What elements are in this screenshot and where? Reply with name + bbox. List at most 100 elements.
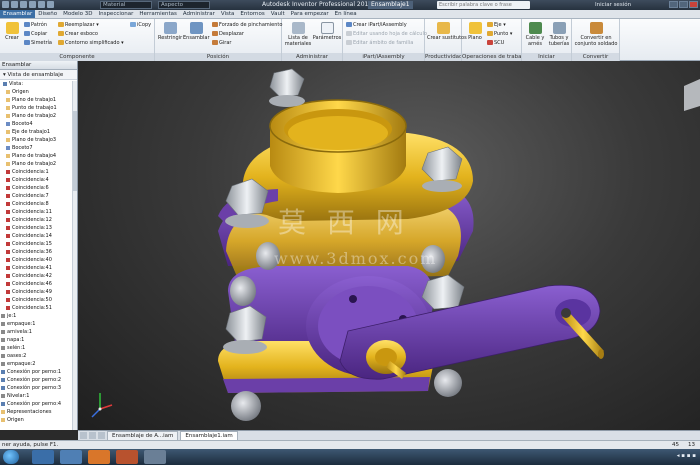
tree-item[interactable]: Coincidencia:36 [0, 248, 77, 256]
tab-ensamblar[interactable]: Ensamblar [0, 10, 36, 18]
contorno-button[interactable]: Contorno simplificado ▾ [58, 40, 124, 46]
taskbar-folder-icon[interactable] [32, 450, 54, 464]
tree-item[interactable]: Coincidencia:6 [0, 184, 77, 192]
tree-item[interactable]: Coincidencia:42 [0, 272, 77, 280]
tree-item[interactable]: oases:2 [0, 352, 77, 360]
patron-button[interactable]: Patrón [24, 22, 47, 28]
tab-para-empezar[interactable]: Para empezar [288, 10, 332, 18]
tab-diseno[interactable]: Diseño [35, 10, 60, 18]
redo-icon[interactable] [38, 1, 45, 8]
restringir-button[interactable]: Restringir [158, 22, 182, 41]
tree-item[interactable]: Coincidencia:51 [0, 304, 77, 312]
crear-ipart-button[interactable]: Crear iPart/iAssembly [346, 22, 407, 28]
crear-esboco-button[interactable]: Crear esboco [58, 31, 98, 37]
tree-item[interactable]: Coincidencia:13 [0, 224, 77, 232]
signin-link[interactable]: Iniciar sesión [595, 1, 631, 9]
nut-cap-5[interactable] [434, 369, 462, 397]
tubos-tuberias-button[interactable]: Tubos y tuberías [547, 22, 571, 47]
scroll-thumb[interactable] [73, 111, 77, 191]
tab-en-linea[interactable]: En línea [332, 10, 360, 18]
lista-materiales-button[interactable]: Lista de materiales [284, 22, 312, 47]
tree-item[interactable]: Conexión por perno:4 [0, 400, 77, 408]
material-dropdown[interactable]: Material [100, 1, 152, 9]
tree-item[interactable]: Origen [0, 88, 77, 96]
tab-vault[interactable]: Vault [268, 10, 288, 18]
tree-item[interactable]: Coincidencia:7 [0, 192, 77, 200]
tree-item[interactable]: Boceto4 [0, 120, 77, 128]
tree-item[interactable]: empaque:1 [0, 320, 77, 328]
distant-part[interactable] [684, 79, 700, 111]
tree-item[interactable]: Coincidencia:15 [0, 240, 77, 248]
tree-item[interactable]: Coincidencia:14 [0, 232, 77, 240]
tree-item[interactable]: Eje de trabajo1 [0, 128, 77, 136]
desplazar-button[interactable]: Desplazar [212, 31, 244, 37]
tree-item[interactable]: Nivelar:1 [0, 392, 77, 400]
tree-item[interactable]: Plano de trabajo2 [0, 112, 77, 120]
tree-item[interactable]: Coincidencia:12 [0, 216, 77, 224]
doc-nav-next-icon[interactable] [89, 432, 96, 439]
girar-button[interactable]: Girar [212, 40, 231, 46]
tree-item[interactable]: Coincidencia:50 [0, 296, 77, 304]
plano-button[interactable]: Plano [465, 22, 485, 41]
convertir-soldado-button[interactable]: Convertir en conjunto soldado [573, 22, 619, 47]
tab-inspeccionar[interactable]: Inspeccionar [95, 10, 136, 18]
tree-item[interactable]: Coincidencia:40 [0, 256, 77, 264]
assembly-model[interactable] [78, 61, 700, 430]
eje-button[interactable]: Eje ▾ [487, 22, 506, 28]
bolt-bottom-left[interactable] [223, 305, 267, 354]
tab-entornos[interactable]: Entornos [237, 10, 267, 18]
tab-administrar[interactable]: Administrar [180, 10, 218, 18]
search-input[interactable]: Escribir palabra clave o frase [437, 1, 530, 9]
editar-familia-button[interactable]: Editar ámbito de familia [346, 40, 413, 46]
tree-item[interactable]: Coincidencia:11 [0, 208, 77, 216]
ensamblar-button[interactable]: Ensamblar [183, 22, 210, 41]
tree-item[interactable]: Coincidencia:41 [0, 264, 77, 272]
taskbar-firefox-icon[interactable] [88, 450, 110, 464]
maximize-icon[interactable] [679, 1, 688, 8]
tree-item[interactable]: Coincidencia:46 [0, 280, 77, 288]
punto-button[interactable]: Punto ▾ [487, 31, 512, 37]
browser-view-selector[interactable]: ▾ Vista de ensamblaje [0, 70, 77, 80]
tree-item[interactable]: selén:1 [0, 344, 77, 352]
editar-hoja-button[interactable]: Editar usando hoja de cálculo [346, 31, 427, 37]
browser-scrollbar[interactable] [72, 81, 77, 430]
minimize-icon[interactable] [669, 1, 678, 8]
bolt-top-left[interactable] [269, 68, 305, 107]
nut-cap-4[interactable] [231, 391, 261, 421]
tab-modelo-3d[interactable]: Modelo 3D [60, 10, 95, 18]
scu-button[interactable]: SCU [487, 40, 504, 46]
view-triad[interactable] [91, 393, 113, 418]
doctab-ensamblaje1[interactable]: Ensamblaje1.iam [180, 430, 238, 441]
tree-item[interactable]: Vista: [0, 80, 77, 88]
forzado-button[interactable]: Forzado de pinchamiento [212, 22, 282, 28]
graphics-viewport[interactable]: 莫 西 网 www.3dmox.com [78, 61, 700, 430]
taskbar-inventor-icon[interactable] [116, 450, 138, 464]
tree-item[interactable]: Conexión por perno:2 [0, 376, 77, 384]
tree-item[interactable]: Plano de trabajo1 [0, 96, 77, 104]
tree-item[interactable]: Coincidencia:8 [0, 200, 77, 208]
tree-item[interactable]: Punto de trabajo1 [0, 104, 77, 112]
cable-arnes-button[interactable]: Cable y arnés [524, 22, 546, 47]
reemplazar-button[interactable]: Reemplazar ▾ [58, 22, 99, 28]
tree-item[interactable]: Plano de trabajo3 [0, 136, 77, 144]
copiar-button[interactable]: Copiar [24, 31, 47, 37]
tab-vista[interactable]: Vista [218, 10, 238, 18]
tree-item[interactable]: Plano de trabajo4 [0, 152, 77, 160]
tree-item[interactable]: Origen [0, 416, 77, 424]
nut-cap-3[interactable] [230, 276, 256, 306]
start-button[interactable] [3, 450, 19, 464]
open-icon[interactable] [11, 1, 18, 8]
tree-item[interactable]: Plano de trabajo2 [0, 160, 77, 168]
tab-herramientas[interactable]: Herramientas [136, 10, 179, 18]
tree-item[interactable]: empaque:2 [0, 360, 77, 368]
update-icon[interactable] [47, 1, 54, 8]
parametros-button[interactable]: Parámetros [312, 22, 342, 41]
tree-item[interactable]: Conexión por perno:3 [0, 384, 77, 392]
taskbar-media-icon[interactable] [60, 450, 82, 464]
simetria-button[interactable]: Simetría [24, 40, 52, 46]
tree-item[interactable]: Coincidencia:1 [0, 168, 77, 176]
tree-item[interactable]: arnivela:1 [0, 328, 77, 336]
tree-item[interactable]: Coincidencia:49 [0, 288, 77, 296]
tree-item[interactable]: Representaciones [0, 408, 77, 416]
doc-nav-list-icon[interactable] [98, 432, 105, 439]
